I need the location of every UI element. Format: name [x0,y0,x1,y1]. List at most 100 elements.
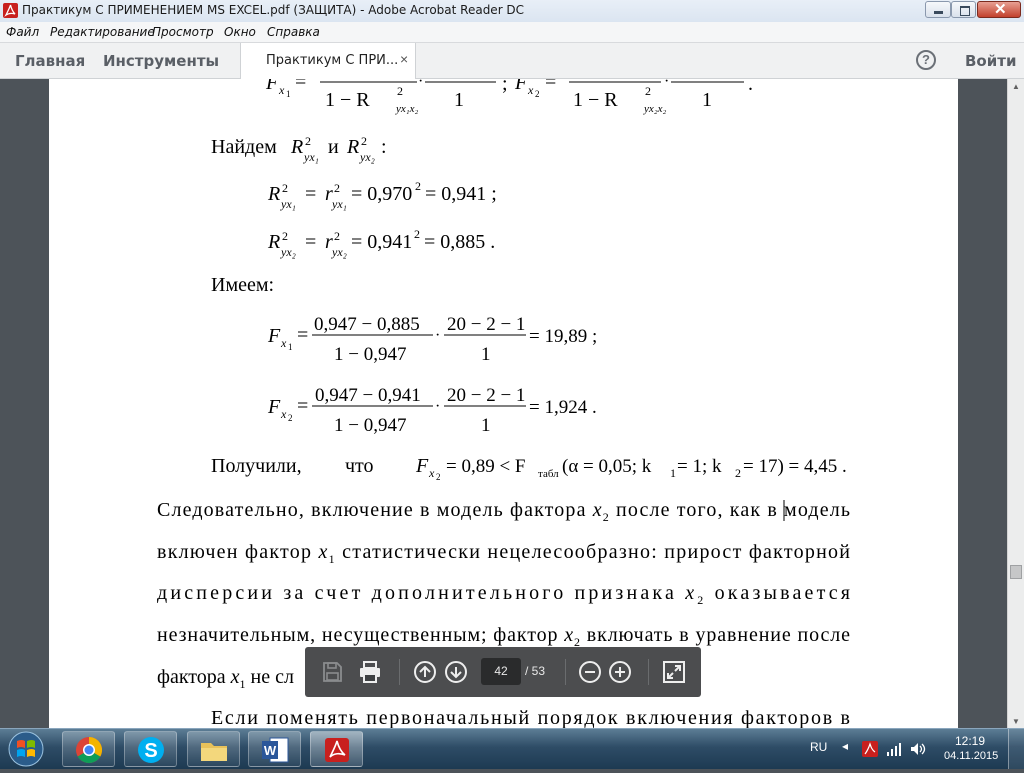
svg-text:2: 2 [735,466,741,480]
svg-text:Найдем: Найдем [211,136,277,158]
svg-text:1: 1 [702,89,712,111]
svg-text:·: · [435,327,440,344]
acrobat-tray-icon[interactable] [861,740,879,758]
scroll-up-icon[interactable]: ▲ [1012,82,1020,91]
svg-text:R: R [267,183,280,205]
floating-page-toolbar: 42 / 53 [305,647,701,697]
app-toolbar: Главная Инструменты Практикум С ПРИ... ×… [0,43,1024,79]
svg-text:R: R [267,231,280,253]
svg-text:1: 1 [454,89,464,111]
close-window-button[interactable]: ✕ [977,1,1021,18]
result-line: Получили, что F x 2 = 0,89 < F табл (α =… [211,455,847,482]
skype-taskbar-button[interactable]: S [124,731,177,767]
svg-text:=: = [297,395,308,417]
next-page-icon[interactable] [444,660,468,684]
clock-time[interactable]: 12:19 [944,734,996,748]
svg-text:x: x [527,83,534,97]
svg-text:·: · [435,398,440,415]
chrome-taskbar-button[interactable] [62,731,115,767]
svg-text:yx₂x₂: yx₂x₂ [643,103,666,115]
svg-text:yx₁: yx₁ [331,197,347,211]
acrobat-taskbar-button[interactable] [310,731,363,767]
svg-text:= 0,885 .: = 0,885 . [424,231,495,253]
svg-text:2: 2 [414,227,420,241]
svg-text:R: R [290,136,303,158]
svg-text:2: 2 [334,229,340,243]
print-icon[interactable] [358,660,382,684]
show-desktop-button[interactable] [1008,729,1024,769]
find-line: Найдем R 2 yx₁ и R 2 yx₂ : [211,134,387,164]
svg-text:1 − 0,947: 1 − 0,947 [334,344,406,365]
scroll-down-icon[interactable]: ▼ [1012,717,1020,726]
scroll-thumb[interactable] [1010,565,1022,579]
tab-document[interactable]: Практикум С ПРИ... × [240,43,416,79]
svg-text:1: 1 [481,344,491,365]
svg-text:1 − 0,947: 1 − 0,947 [334,415,406,436]
svg-text:x: x [278,83,285,97]
svg-text:yx₂: yx₂ [280,245,296,259]
svg-text:20 − 2 − 1: 20 − 2 − 1 [447,385,525,406]
vertical-scrollbar[interactable]: ▲ ▼ [1007,79,1024,729]
svg-text:2: 2 [397,84,403,98]
svg-text:R: R [346,136,359,158]
svg-text:yx₁: yx₁ [280,197,296,211]
svg-text:2: 2 [361,134,367,148]
zoom-in-icon[interactable] [608,660,632,684]
minimize-button[interactable] [925,1,951,18]
svg-text:yx₁: yx₁ [303,150,319,164]
sign-in-button[interactable]: Войти [965,52,1016,70]
start-button[interactable] [3,730,49,768]
svg-text:2: 2 [415,179,421,193]
menu-view[interactable]: Просмотр [152,25,214,39]
r1-formula: R 2 yx₁ = r 2 yx₁ = 0,970 2 = 0,941 ; [267,179,497,211]
chrome-icon [76,736,103,764]
tray-expand-icon[interactable]: ◂ [842,739,848,753]
svg-text:F: F [267,325,281,347]
word-icon: W [262,737,289,763]
tab-home[interactable]: Главная [15,52,85,70]
menu-file[interactable]: Файл [6,25,39,39]
svg-text:(α = 0,05; k: (α = 0,05; k [562,456,652,477]
network-icon[interactable] [886,741,902,757]
language-indicator[interactable]: RU [810,740,827,754]
restore-button[interactable] [951,1,976,18]
clock-date[interactable]: 04.11.2015 [944,750,998,762]
separator [565,659,566,685]
fx2-formula: F x 2 = 0,947 − 0,941 1 − 0,947 · 20 − 2… [267,385,597,436]
svg-text:2: 2 [282,181,288,195]
svg-text:0,947 − 0,941: 0,947 − 0,941 [315,385,421,406]
document-viewport[interactable]: F x 1 = 1 − R 2 yx₁x₂ · 1 ; F x 2 = 1 − … [0,79,1007,729]
svg-text:= 17) = 4,45 .: = 17) = 4,45 . [743,456,847,477]
menu-help[interactable]: Справка [267,25,320,39]
page-number-input[interactable]: 42 [481,658,521,685]
menu-edit[interactable]: Редактирование [50,25,155,39]
zoom-out-icon[interactable] [578,660,602,684]
svg-text:F: F [514,79,528,94]
close-tab-icon[interactable]: × [400,51,408,67]
svg-text:= 1; k: = 1; k [677,456,722,477]
svg-text:= 0,941: = 0,941 [351,231,412,253]
svg-text:2: 2 [645,84,651,98]
explorer-taskbar-button[interactable] [187,731,240,767]
svg-text:F: F [415,455,429,477]
svg-text:2: 2 [334,181,340,195]
menu-window[interactable]: Окно [224,25,256,39]
save-icon[interactable] [320,660,344,684]
tab-tools[interactable]: Инструменты [103,52,219,70]
svg-text:= 19,89 ;: = 19,89 ; [529,326,597,347]
svg-text:x: x [428,466,435,480]
previous-page-icon[interactable] [413,660,437,684]
acrobat-app-icon [3,3,18,18]
separator [399,659,400,685]
word-taskbar-button[interactable]: W [248,731,301,767]
pdf-page: F x 1 = 1 − R 2 yx₁x₂ · 1 ; F x 2 = 1 − … [49,79,958,729]
paragraph-line: включен фактор x1 статистически нецелесо… [157,541,850,566]
paragraph-line: фактора x1 не сл [157,666,294,691]
svg-text:1: 1 [670,466,676,480]
title-bar: Практикум С ПРИМЕНЕНИЕМ MS EXCEL.pdf (ЗА… [0,0,1024,23]
svg-text:yx₁x₂: yx₁x₂ [395,103,418,115]
fit-page-icon[interactable] [662,660,686,684]
volume-icon[interactable] [910,741,926,757]
help-icon[interactable]: ? [916,50,936,70]
svg-text:2: 2 [535,89,540,99]
